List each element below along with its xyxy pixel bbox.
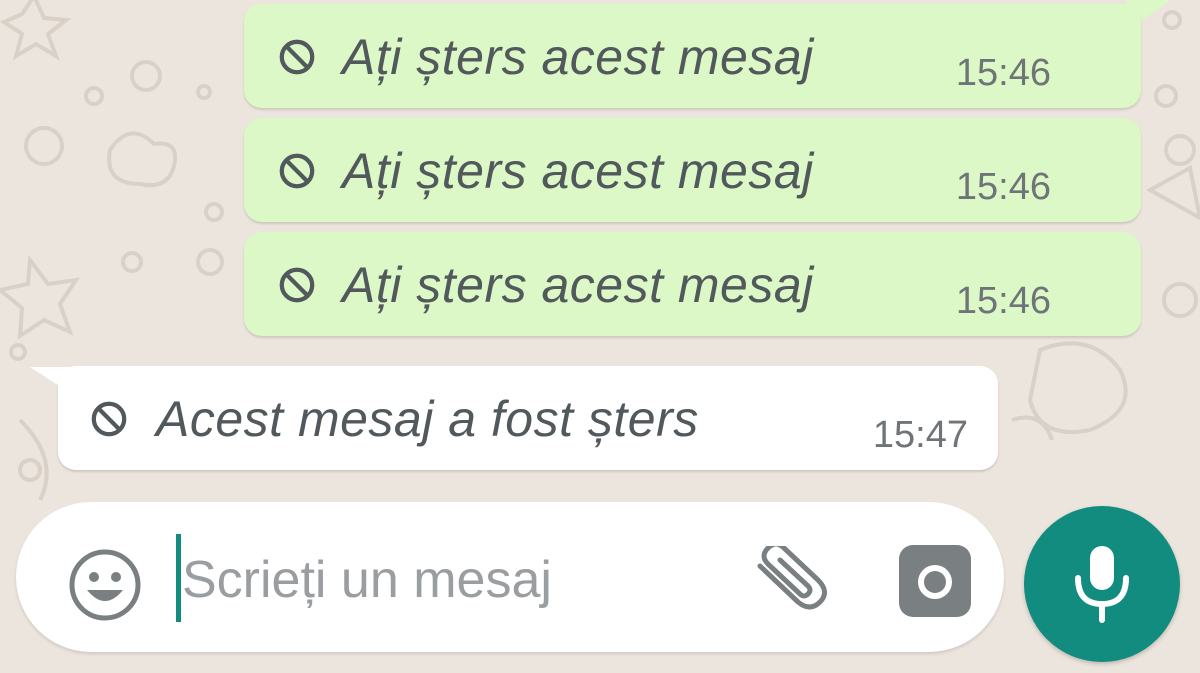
outgoing-message-bubble[interactable]: Ați șters acest mesaj 15:46 [244, 4, 1141, 108]
ban-icon [91, 401, 127, 437]
message-time: 15:46 [955, 280, 1051, 322]
emoji-icon[interactable] [68, 548, 142, 622]
message-text: Acest mesaj a fost șters [156, 391, 699, 447]
message-time: 15:46 [955, 166, 1051, 208]
paperclip-icon[interactable] [746, 546, 832, 614]
voice-message-button[interactable] [1024, 506, 1180, 662]
message-time: 15:46 [955, 52, 1051, 94]
message-text: Ați șters acest mesaj [342, 143, 814, 199]
outgoing-message-bubble[interactable]: Ați șters acest mesaj 15:46 [244, 232, 1141, 336]
text-cursor [176, 534, 181, 622]
message-text: Ați șters acest mesaj [342, 257, 814, 313]
microphone-icon [1075, 546, 1129, 623]
ban-icon [279, 267, 315, 303]
message-text: Ați șters acest mesaj [342, 29, 814, 85]
message-time: 15:47 [872, 414, 968, 456]
message-composer [16, 502, 1004, 652]
message-input[interactable] [182, 540, 722, 620]
outgoing-message-bubble[interactable]: Ați șters acest mesaj 15:46 [244, 118, 1141, 222]
ban-icon [279, 153, 315, 189]
ban-icon [279, 39, 315, 75]
camera-icon[interactable] [896, 542, 974, 620]
incoming-message-bubble[interactable]: Acest mesaj a fost șters 15:47 [58, 366, 998, 470]
